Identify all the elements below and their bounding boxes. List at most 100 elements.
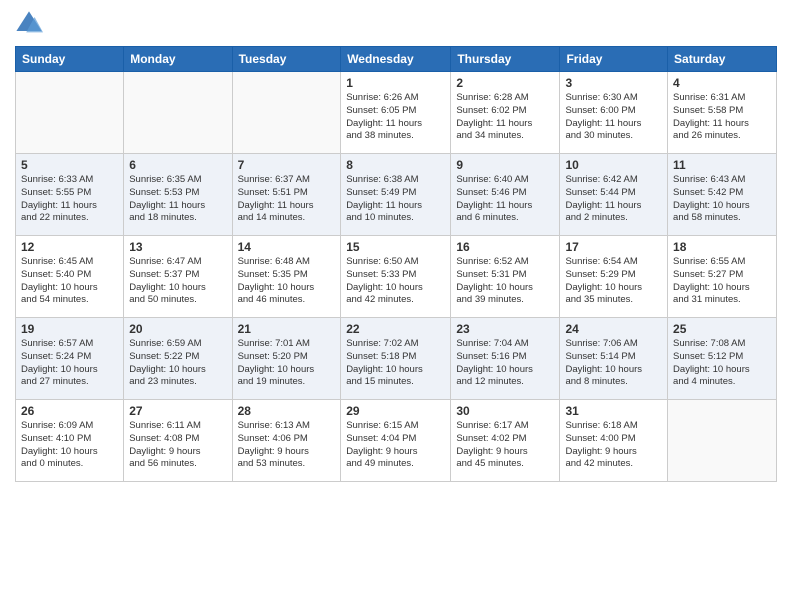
day-info: Sunrise: 6:15 AM Sunset: 4:04 PM Dayligh… xyxy=(346,420,445,471)
day-header-wednesday: Wednesday xyxy=(341,47,451,72)
calendar-day-5: 5Sunrise: 6:33 AM Sunset: 5:55 PM Daylig… xyxy=(16,154,124,236)
day-info: Sunrise: 6:17 AM Sunset: 4:02 PM Dayligh… xyxy=(456,420,554,471)
empty-cell xyxy=(16,72,124,154)
day-number: 10 xyxy=(565,158,662,172)
calendar-table: SundayMondayTuesdayWednesdayThursdayFrid… xyxy=(15,46,777,482)
logo-icon xyxy=(15,10,43,38)
day-info: Sunrise: 6:43 AM Sunset: 5:42 PM Dayligh… xyxy=(673,174,771,225)
day-info: Sunrise: 6:37 AM Sunset: 5:51 PM Dayligh… xyxy=(238,174,336,225)
calendar-day-20: 20 Sunrise: 6:59 AM Sunset: 5:22 PM Dayli… xyxy=(124,318,232,400)
day-info: Sunrise: 6:54 AM Sunset: 5:29 PM Dayligh… xyxy=(565,256,662,307)
day-info: Sunrise: 6:38 AM Sunset: 5:49 PM Dayligh… xyxy=(346,174,445,225)
day-info: Sunrise: 6:57 AM Sunset: 5:24 PM Dayligh… xyxy=(21,338,118,389)
day-info: Sunrise: 6:40 AM Sunset: 5:46 PM Dayligh… xyxy=(456,174,554,225)
calendar-day-30: 30 Sunrise: 6:17 AM Sunset: 4:02 PM Dayli… xyxy=(451,400,560,482)
day-info: Sunrise: 6:26 AM Sunset: 6:05 PM Dayligh… xyxy=(346,92,445,143)
header xyxy=(15,10,777,38)
day-number: 16 xyxy=(456,240,554,254)
day-info: Sunrise: 6:50 AM Sunset: 5:33 PM Dayligh… xyxy=(346,256,445,307)
calendar-day-4: 4 Sunrise: 6:31 AM Sunset: 5:58 PM Daylig… xyxy=(668,72,777,154)
calendar-day-3: 3 Sunrise: 6:30 AM Sunset: 6:00 PM Daylig… xyxy=(560,72,668,154)
day-number: 23 xyxy=(456,322,554,336)
day-number: 30 xyxy=(456,404,554,418)
day-number: 18 xyxy=(673,240,771,254)
day-number: 14 xyxy=(238,240,336,254)
day-info: Sunrise: 6:11 AM Sunset: 4:08 PM Dayligh… xyxy=(129,420,226,471)
calendar-day-31: 31 Sunrise: 6:18 AM Sunset: 4:00 PM Dayli… xyxy=(560,400,668,482)
calendar-week-row: 26 Sunrise: 6:09 AM Sunset: 4:10 PM Dayli… xyxy=(16,400,777,482)
day-info: Sunrise: 6:35 AM Sunset: 5:53 PM Dayligh… xyxy=(129,174,226,225)
day-number: 25 xyxy=(673,322,771,336)
day-number: 6 xyxy=(129,158,226,172)
day-info: Sunrise: 6:45 AM Sunset: 5:40 PM Dayligh… xyxy=(21,256,118,307)
day-number: 11 xyxy=(673,158,771,172)
day-info: Sunrise: 6:33 AM Sunset: 5:55 PM Dayligh… xyxy=(21,174,118,225)
day-info: Sunrise: 6:18 AM Sunset: 4:00 PM Dayligh… xyxy=(565,420,662,471)
day-header-tuesday: Tuesday xyxy=(232,47,341,72)
calendar-day-18: 18 Sunrise: 6:55 AM Sunset: 5:27 PM Dayli… xyxy=(668,236,777,318)
day-number: 31 xyxy=(565,404,662,418)
day-header-sunday: Sunday xyxy=(16,47,124,72)
day-info: Sunrise: 6:31 AM Sunset: 5:58 PM Dayligh… xyxy=(673,92,771,143)
day-info: Sunrise: 6:47 AM Sunset: 5:37 PM Dayligh… xyxy=(129,256,226,307)
calendar-day-27: 27 Sunrise: 6:11 AM Sunset: 4:08 PM Dayli… xyxy=(124,400,232,482)
calendar-day-1: 1 Sunrise: 6:26 AM Sunset: 6:05 PM Daylig… xyxy=(341,72,451,154)
day-number: 27 xyxy=(129,404,226,418)
day-number: 12 xyxy=(21,240,118,254)
calendar-day-7: 7Sunrise: 6:37 AM Sunset: 5:51 PM Daylig… xyxy=(232,154,341,236)
calendar-day-8: 8Sunrise: 6:38 AM Sunset: 5:49 PM Daylig… xyxy=(341,154,451,236)
calendar-day-21: 21 Sunrise: 7:01 AM Sunset: 5:20 PM Dayli… xyxy=(232,318,341,400)
calendar-day-24: 24 Sunrise: 7:06 AM Sunset: 5:14 PM Dayli… xyxy=(560,318,668,400)
day-info: Sunrise: 7:06 AM Sunset: 5:14 PM Dayligh… xyxy=(565,338,662,389)
day-number: 29 xyxy=(346,404,445,418)
calendar-day-11: 11 Sunrise: 6:43 AM Sunset: 5:42 PM Dayli… xyxy=(668,154,777,236)
day-info: Sunrise: 7:02 AM Sunset: 5:18 PM Dayligh… xyxy=(346,338,445,389)
day-number: 1 xyxy=(346,76,445,90)
day-number: 26 xyxy=(21,404,118,418)
day-info: Sunrise: 6:48 AM Sunset: 5:35 PM Dayligh… xyxy=(238,256,336,307)
day-number: 13 xyxy=(129,240,226,254)
day-number: 4 xyxy=(673,76,771,90)
day-number: 9 xyxy=(456,158,554,172)
day-number: 21 xyxy=(238,322,336,336)
calendar-day-9: 9 Sunrise: 6:40 AM Sunset: 5:46 PM Daylig… xyxy=(451,154,560,236)
day-number: 3 xyxy=(565,76,662,90)
day-header-friday: Friday xyxy=(560,47,668,72)
day-info: Sunrise: 6:52 AM Sunset: 5:31 PM Dayligh… xyxy=(456,256,554,307)
calendar-day-15: 15 Sunrise: 6:50 AM Sunset: 5:33 PM Dayli… xyxy=(341,236,451,318)
day-info: Sunrise: 6:55 AM Sunset: 5:27 PM Dayligh… xyxy=(673,256,771,307)
empty-cell xyxy=(124,72,232,154)
day-number: 20 xyxy=(129,322,226,336)
day-number: 22 xyxy=(346,322,445,336)
calendar-day-28: 28Sunrise: 6:13 AM Sunset: 4:06 PM Dayli… xyxy=(232,400,341,482)
calendar-day-16: 16 Sunrise: 6:52 AM Sunset: 5:31 PM Dayli… xyxy=(451,236,560,318)
calendar-day-13: 13 Sunrise: 6:47 AM Sunset: 5:37 PM Dayli… xyxy=(124,236,232,318)
page-container: SundayMondayTuesdayWednesdayThursdayFrid… xyxy=(0,0,792,492)
calendar-week-row: 12 Sunrise: 6:45 AM Sunset: 5:40 PM Dayli… xyxy=(16,236,777,318)
day-number: 24 xyxy=(565,322,662,336)
calendar-week-row: 5Sunrise: 6:33 AM Sunset: 5:55 PM Daylig… xyxy=(16,154,777,236)
calendar-day-14: 14 Sunrise: 6:48 AM Sunset: 5:35 PM Dayli… xyxy=(232,236,341,318)
day-info: Sunrise: 7:04 AM Sunset: 5:16 PM Dayligh… xyxy=(456,338,554,389)
calendar-day-10: 10 Sunrise: 6:42 AM Sunset: 5:44 PM Dayli… xyxy=(560,154,668,236)
calendar-header-row: SundayMondayTuesdayWednesdayThursdayFrid… xyxy=(16,47,777,72)
day-info: Sunrise: 6:09 AM Sunset: 4:10 PM Dayligh… xyxy=(21,420,118,471)
calendar-day-19: 19 Sunrise: 6:57 AM Sunset: 5:24 PM Dayli… xyxy=(16,318,124,400)
calendar-day-12: 12 Sunrise: 6:45 AM Sunset: 5:40 PM Dayli… xyxy=(16,236,124,318)
empty-cell xyxy=(668,400,777,482)
calendar-week-row: 1 Sunrise: 6:26 AM Sunset: 6:05 PM Daylig… xyxy=(16,72,777,154)
day-header-thursday: Thursday xyxy=(451,47,560,72)
calendar-day-23: 23 Sunrise: 7:04 AM Sunset: 5:16 PM Dayli… xyxy=(451,318,560,400)
calendar-day-22: 22 Sunrise: 7:02 AM Sunset: 5:18 PM Dayli… xyxy=(341,318,451,400)
day-number: 28 xyxy=(238,404,336,418)
day-header-saturday: Saturday xyxy=(668,47,777,72)
day-number: 15 xyxy=(346,240,445,254)
day-info: Sunrise: 6:42 AM Sunset: 5:44 PM Dayligh… xyxy=(565,174,662,225)
day-info: Sunrise: 6:59 AM Sunset: 5:22 PM Dayligh… xyxy=(129,338,226,389)
day-info: Sunrise: 7:01 AM Sunset: 5:20 PM Dayligh… xyxy=(238,338,336,389)
logo xyxy=(15,10,49,38)
day-number: 17 xyxy=(565,240,662,254)
day-info: Sunrise: 6:30 AM Sunset: 6:00 PM Dayligh… xyxy=(565,92,662,143)
day-header-monday: Monday xyxy=(124,47,232,72)
day-number: 19 xyxy=(21,322,118,336)
